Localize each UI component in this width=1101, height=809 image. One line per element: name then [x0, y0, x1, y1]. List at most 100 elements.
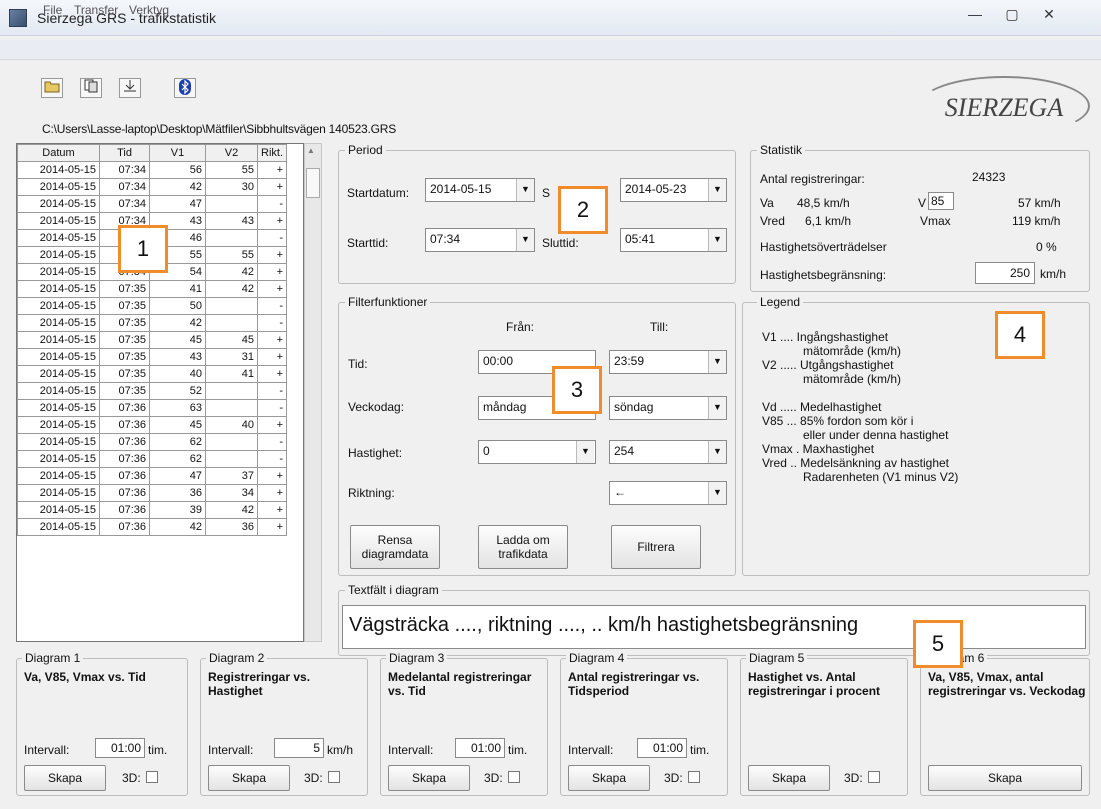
table-row[interactable]: 2014-05-15 07:36 42 36 +	[17, 518, 287, 536]
diagram-1-skapa-button[interactable]: Skapa	[24, 765, 106, 791]
diagram-4-title: Diagram 4	[566, 651, 628, 665]
diagram-6-skapa-button[interactable]: Skapa	[928, 765, 1082, 791]
close-icon[interactable]: ✕	[1034, 4, 1064, 26]
menu-file[interactable]: File	[43, 3, 62, 17]
legend-line: V85 ... 85% fordon som kör i	[762, 414, 914, 428]
table-row[interactable]: 2014-05-15 07:36 62 -	[17, 433, 287, 451]
file-path: C:\Users\Lasse-laptop\Desktop\Mätfiler\S…	[42, 122, 397, 136]
menu-transfer[interactable]: Transfer	[74, 3, 118, 17]
header-v1[interactable]: V1	[149, 144, 206, 162]
table-row[interactable]: 2014-05-15 07:36 45 40 +	[17, 416, 287, 434]
diagram-2-interval-input[interactable]: 5	[274, 738, 324, 758]
table-row[interactable]: 2014-05-15 07:36 62 -	[17, 450, 287, 468]
transfer-icon[interactable]	[119, 78, 141, 98]
cell-v1: 36	[149, 484, 206, 502]
interval-unit: tim.	[690, 743, 710, 757]
cell-tid: 07:35	[99, 382, 150, 400]
table-row[interactable]: 2014-05-15 07:34 47 -	[17, 195, 287, 213]
callout-marker-5: 5	[913, 620, 963, 668]
table-scrollbar[interactable]	[304, 143, 322, 642]
cell-rikt: +	[257, 161, 287, 179]
table-row[interactable]: 2014-05-15 07:34 42 30 +	[17, 178, 287, 196]
hastighet-to-value: 254	[614, 444, 635, 458]
diagram-3-skapa-button[interactable]: Skapa	[388, 765, 470, 791]
chevron-down-icon[interactable]: ▼	[516, 179, 534, 201]
filtrera-button[interactable]: Filtrera	[611, 525, 701, 569]
cell-rikt: +	[257, 467, 287, 485]
cell-datum: 2014-05-15	[17, 518, 100, 536]
interval-label: Intervall:	[24, 743, 70, 757]
cell-v1: 42	[149, 314, 206, 332]
vmax-label: Vmax	[920, 214, 951, 228]
minimize-icon[interactable]: —	[960, 4, 990, 26]
chevron-down-icon[interactable]: ▼	[708, 482, 726, 504]
diagram-2-3d-checkbox[interactable]	[328, 771, 340, 783]
table-row[interactable]: 2014-05-15 07:36 63 -	[17, 399, 287, 417]
header-v2[interactable]: V2	[205, 144, 258, 162]
diagram-3-interval-input[interactable]: 01:00	[455, 738, 505, 758]
v85-input[interactable]: 85	[928, 192, 954, 210]
maximize-icon[interactable]: ▢	[997, 4, 1027, 26]
legend-title: Legend	[757, 295, 804, 309]
startdatum-label: Startdatum:	[347, 186, 410, 200]
diagram-3-desc: Medelantal registreringar vs. Tid	[388, 670, 532, 698]
copy-icon[interactable]	[80, 78, 102, 98]
menu-verktyg[interactable]: Verktyg	[129, 3, 169, 17]
cell-v2: 42	[205, 263, 258, 281]
cell-rikt: +	[257, 246, 287, 264]
riktning-label: Riktning:	[348, 486, 395, 500]
ladda-om-trafikdata-button[interactable]: Ladda om trafikdata	[478, 525, 568, 569]
threed-label: 3D:	[122, 771, 141, 785]
chevron-down-icon[interactable]: ▼	[708, 397, 726, 419]
begransning-input[interactable]: 250	[975, 262, 1035, 284]
diagram-1-interval-input[interactable]: 01:00	[95, 738, 145, 758]
chevron-down-icon[interactable]: ▼	[708, 441, 726, 463]
table-row[interactable]: 2014-05-15 07:35 50 -	[17, 297, 287, 315]
cell-datum: 2014-05-15	[17, 212, 100, 230]
textfalt-input[interactable]: Vägsträcka ...., riktning ...., .. km/h …	[342, 605, 1086, 649]
tid-label: Tid:	[348, 357, 368, 371]
v85-value: 57 km/h	[1018, 196, 1061, 210]
table-row[interactable]: 2014-05-15 07:35 43 31 +	[17, 348, 287, 366]
header-tid[interactable]: Tid	[99, 144, 150, 162]
header-datum[interactable]: Datum	[17, 144, 100, 162]
diagram-4-interval-input[interactable]: 01:00	[637, 738, 687, 758]
cell-tid: 07:35	[99, 331, 150, 349]
open-folder-icon[interactable]	[41, 78, 63, 98]
chevron-down-icon[interactable]: ▼	[708, 351, 726, 373]
table-row[interactable]: 2014-05-15 07:35 40 41 +	[17, 365, 287, 383]
header-rikt[interactable]: Rikt.	[257, 144, 287, 162]
diagram-3-3d-checkbox[interactable]	[508, 771, 520, 783]
table-row[interactable]: 2014-05-15 07:36 47 37 +	[17, 467, 287, 485]
chevron-down-icon[interactable]: ▼	[708, 229, 726, 251]
chevron-down-icon[interactable]: ▼	[708, 179, 726, 201]
cell-tid: 07:36	[99, 450, 150, 468]
table-row[interactable]: 2014-05-15 07:36 36 34 +	[17, 484, 287, 502]
rensa-diagramdata-button[interactable]: Rensa diagramdata	[350, 525, 440, 569]
chevron-down-icon[interactable]: ▼	[576, 441, 594, 463]
diagram-5-skapa-button[interactable]: Skapa	[748, 765, 830, 791]
diagram-2-skapa-button[interactable]: Skapa	[208, 765, 290, 791]
cell-v1: 63	[149, 399, 206, 417]
cell-v1: 39	[149, 501, 206, 519]
diagram-4-skapa-button[interactable]: Skapa	[568, 765, 650, 791]
cell-v1: 42	[149, 178, 206, 196]
callout-marker-2: 2	[558, 186, 608, 234]
va-label: Va	[760, 196, 774, 210]
scroll-up-icon[interactable]: ▲	[307, 146, 315, 155]
scrollbar-thumb[interactable]	[306, 168, 320, 198]
table-row[interactable]: 2014-05-15 07:36 39 42 +	[17, 501, 287, 519]
diagram-4-3d-checkbox[interactable]	[688, 771, 700, 783]
chevron-down-icon[interactable]: ▼	[516, 229, 534, 251]
diagram-5-3d-checkbox[interactable]	[868, 771, 880, 783]
cell-rikt: -	[257, 314, 287, 332]
table-row[interactable]: 2014-05-15 07:35 41 42 +	[17, 280, 287, 298]
bluetooth-icon[interactable]	[174, 78, 196, 98]
table-row[interactable]: 2014-05-15 07:34 56 55 +	[17, 161, 287, 179]
table-row[interactable]: 2014-05-15 07:35 42 -	[17, 314, 287, 332]
table-row[interactable]: 2014-05-15 07:35 45 45 +	[17, 331, 287, 349]
diagram-1-3d-checkbox[interactable]	[146, 771, 158, 783]
data-table[interactable]: Datum Tid V1 V2 Rikt. 2014-05-15 07:34 56 5…	[16, 143, 304, 642]
table-row[interactable]: 2014-05-15 07:35 52 -	[17, 382, 287, 400]
vred-value: 6,1 km/h	[805, 214, 852, 228]
